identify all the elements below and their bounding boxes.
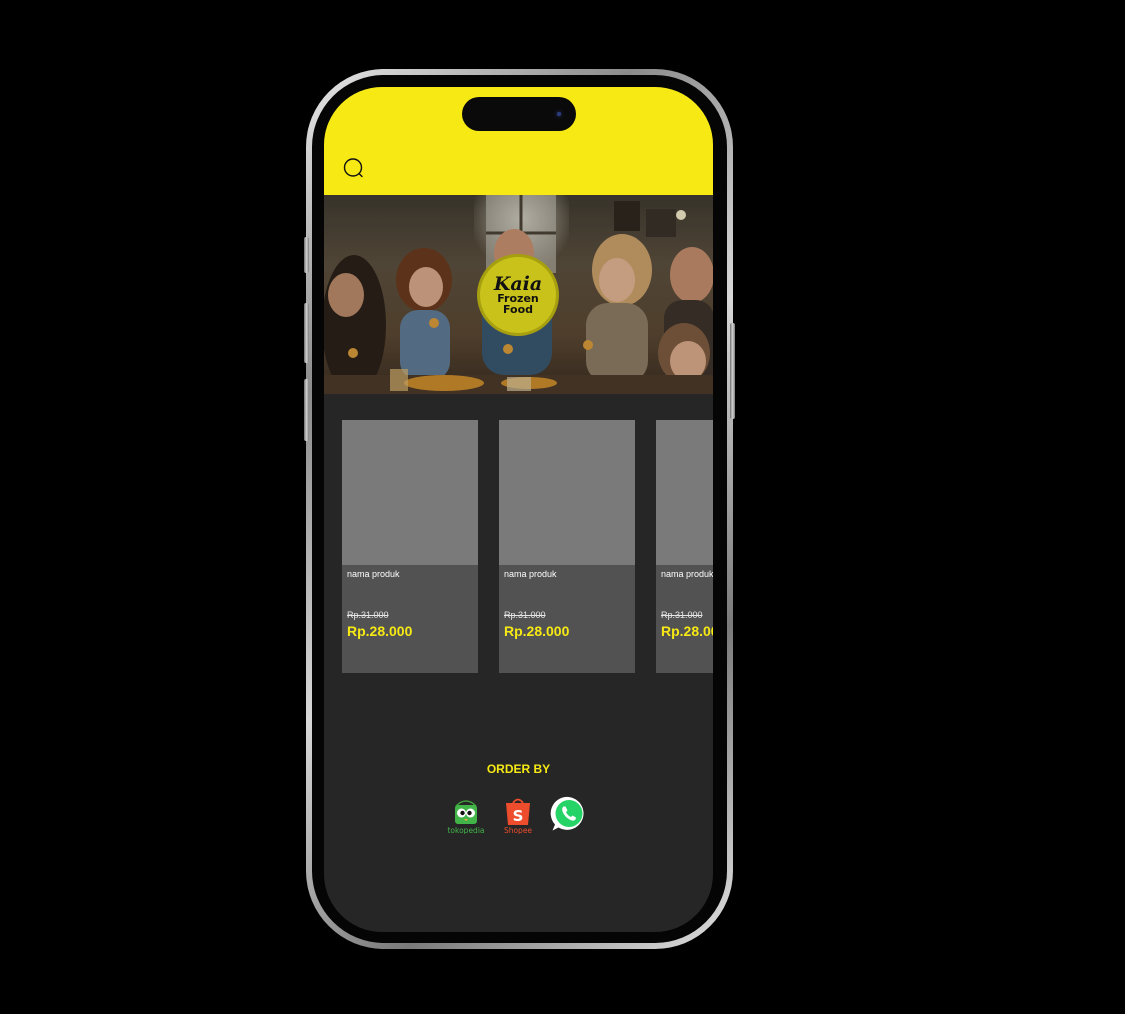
shopee-label: Shopee — [504, 826, 532, 834]
hero-banner: Kaia Frozen Food — [324, 195, 713, 394]
product-old-price: Rp.31.000 — [504, 610, 546, 620]
search-icon[interactable] — [342, 157, 366, 181]
logo-line-1: Kaia — [493, 272, 543, 295]
svg-text:S: S — [513, 807, 524, 825]
tokopedia-icon[interactable]: tokopedia — [444, 794, 488, 834]
product-price: Rp.28.000 — [661, 623, 713, 639]
product-image — [499, 420, 635, 565]
app-screen: Kaia Frozen Food nama produk Rp.31.000 R… — [324, 87, 713, 932]
product-price: Rp.28.000 — [347, 623, 413, 639]
header-bar — [324, 87, 713, 195]
camera-icon — [554, 109, 564, 119]
product-price: Rp.28.000 — [504, 623, 570, 639]
tokopedia-label: tokopedia — [447, 826, 484, 834]
product-card[interactable]: nama produk Rp.31.000 Rp.28.000 — [342, 420, 478, 673]
order-by-title: ORDER BY — [486, 762, 551, 776]
volume-up-button — [304, 303, 309, 363]
product-old-price: Rp.31.000 — [347, 610, 389, 620]
whatsapp-icon[interactable] — [549, 794, 589, 834]
brand-logo: Kaia Frozen Food — [480, 257, 556, 333]
product-name: nama produk — [504, 569, 557, 579]
dynamic-island — [462, 97, 576, 131]
action-button — [304, 237, 309, 273]
product-name: nama produk — [347, 569, 400, 579]
product-name: nama produk — [661, 569, 713, 579]
product-image — [342, 420, 478, 565]
product-image — [656, 420, 713, 565]
power-button — [730, 323, 735, 419]
product-card[interactable]: nama produk Rp.31.000 Rp.28.000 — [656, 420, 713, 673]
product-card[interactable]: nama produk Rp.31.000 Rp.28.000 — [499, 420, 635, 673]
volume-down-button — [304, 379, 309, 441]
logo-line-2: Frozen — [497, 291, 539, 305]
product-old-price: Rp.31.000 — [661, 610, 703, 620]
shopee-icon[interactable]: S Shopee — [496, 794, 540, 834]
logo-line-3: Food — [502, 302, 534, 316]
